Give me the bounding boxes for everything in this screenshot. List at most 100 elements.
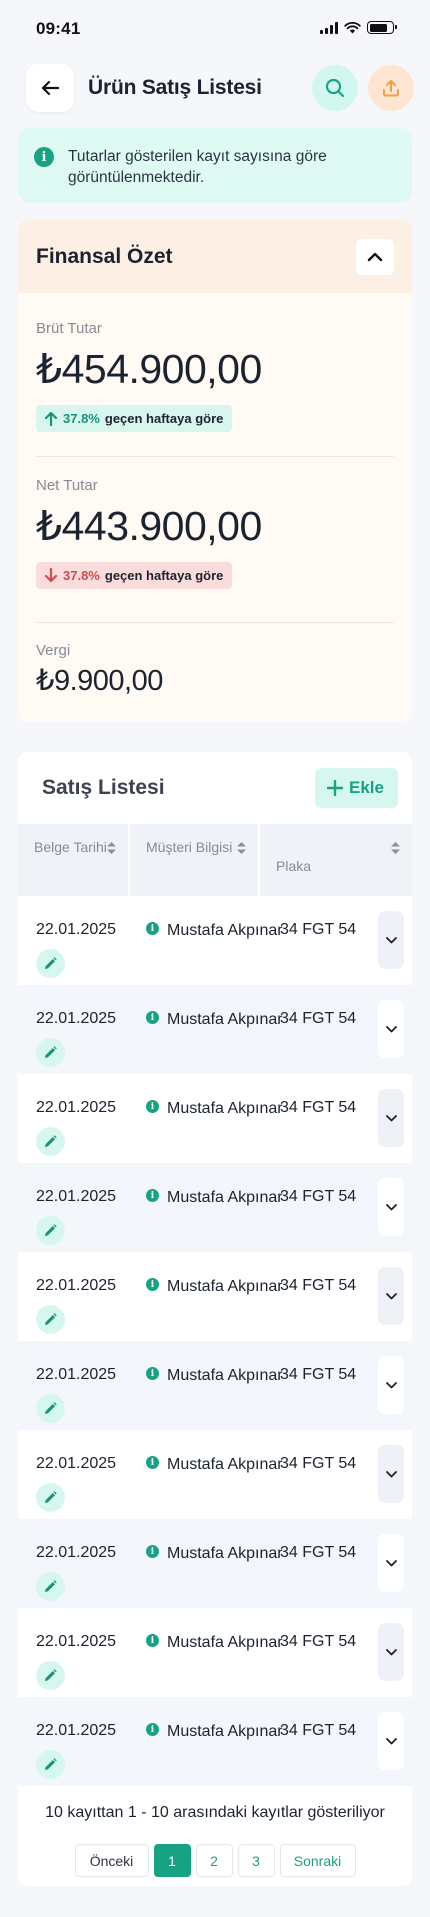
info-icon[interactable]: i [146,1367,159,1380]
edit-button[interactable] [36,1305,65,1334]
edit-button[interactable] [36,1750,65,1779]
gross-amount-label: Brüt Tutar [36,320,102,337]
search-button[interactable] [312,65,358,111]
column-header-date[interactable]: Belge Tarihi [18,824,130,896]
add-button-label: Ekle [349,778,384,797]
wifi-icon [344,21,361,33]
expand-row-button[interactable] [378,1356,404,1414]
net-delta-text: geçen haftaya göre [104,568,224,583]
pencil-icon [45,1758,57,1770]
prev-page-button[interactable]: Önceki [74,1844,149,1877]
column-label: Belge Tarihi [34,839,107,855]
info-icon[interactable]: i [146,1011,159,1024]
expand-row-button[interactable] [378,1000,404,1058]
sort-icon [391,842,400,854]
tax-label: Vergi [36,642,71,659]
battery-icon [367,21,397,34]
row-customer: Mustafa Akpınar [167,1456,283,1473]
expand-row-button[interactable] [378,911,404,969]
info-icon[interactable]: i [146,1723,159,1736]
expand-row-button[interactable] [378,1623,404,1681]
edit-button[interactable] [36,1483,65,1512]
summary-title: Finansal Özet [36,244,173,268]
edit-button[interactable] [36,1572,65,1601]
row-plate: 34 FGT 54 [280,1633,357,1650]
export-button[interactable] [368,65,414,111]
pencil-icon [45,1046,57,1058]
page-button-3[interactable]: 3 [237,1844,275,1877]
table-row: 22.01.2025 i Mustafa Akpınar 34 FGT 54 [18,1608,412,1697]
table-row: 22.01.2025 i Mustafa Akpınar 34 FGT 54 [18,896,412,985]
pencil-icon [45,1402,57,1414]
info-icon[interactable]: i [146,1278,159,1291]
edit-button[interactable] [36,949,65,978]
sort-icon [107,842,116,854]
row-date: 22.01.2025 [36,1633,117,1650]
info-banner: i Tutarlar gösterilen kayıt sayısına gör… [18,128,412,203]
page-button-2[interactable]: 2 [195,1844,233,1877]
chevron-up-icon [367,252,383,261]
sales-list-header: Satış Listesi Ekle [18,752,412,824]
edit-button[interactable] [36,1127,65,1156]
table-header: Belge Tarihi Müşteri Bilgisi Plaka [18,824,412,896]
pencil-icon [45,1313,57,1325]
expand-row-button[interactable] [378,1534,404,1592]
info-icon[interactable]: i [146,1456,159,1469]
gross-delta-text: geçen haftaya göre [104,411,224,426]
row-date: 22.01.2025 [36,1188,117,1205]
pencil-icon [45,957,57,969]
table-row: 22.01.2025 i Mustafa Akpınar 34 FGT 54 [18,1252,412,1341]
expand-row-button[interactable] [378,1178,404,1236]
gross-delta-badge: 37.8% geçen haftaya göre [36,405,233,432]
column-header-plate[interactable]: Plaka [260,824,412,896]
expand-row-button[interactable] [378,1712,404,1770]
expand-row-button[interactable] [378,1267,404,1325]
row-plate: 34 FGT 54 [280,1455,357,1472]
info-icon[interactable]: i [146,922,159,935]
row-customer: Mustafa Akpınar [167,922,283,939]
net-amount-metric: Net Tutar ₺443.900,00 37.8% geçen haftay… [18,457,412,622]
arrow-up-icon [44,411,58,426]
column-label: Müşteri Bilgisi [146,839,233,855]
back-button[interactable] [26,64,74,112]
next-page-button[interactable]: Sonraki [279,1844,356,1877]
financial-summary-card: Finansal Özet Brüt Tutar ₺454.900,00 37.… [18,220,412,722]
chevron-down-icon [385,1025,397,1032]
tax-metric: Vergi ₺9.900,00 [18,623,412,698]
column-header-customer[interactable]: Müşteri Bilgisi [130,824,260,896]
table-row: 22.01.2025 i Mustafa Akpınar 34 FGT 54 [18,1163,412,1252]
table-row: 22.01.2025 i Mustafa Akpınar 34 FGT 54 [18,1697,412,1786]
page-button-1[interactable]: 1 [153,1844,191,1877]
info-icon[interactable]: i [146,1545,159,1558]
table-row: 22.01.2025 i Mustafa Akpınar 34 FGT 54 [18,1519,412,1608]
info-icon[interactable]: i [146,1189,159,1202]
row-customer: Mustafa Akpınar [167,1723,283,1740]
add-button[interactable]: Ekle [315,768,398,808]
edit-button[interactable] [36,1038,65,1067]
edit-button[interactable] [36,1394,65,1423]
row-date: 22.01.2025 [36,1544,117,1561]
cellular-signal-icon [320,21,338,34]
edit-button[interactable] [36,1661,65,1690]
expand-row-button[interactable] [378,1089,404,1147]
row-date: 22.01.2025 [36,1722,117,1739]
column-label: Plaka [276,858,312,874]
expand-row-button[interactable] [378,1445,404,1503]
upload-icon [383,80,399,97]
info-icon[interactable]: i [146,1634,159,1647]
row-customer: Mustafa Akpınar [167,1011,283,1028]
net-amount-value: ₺443.900,00 [36,503,262,549]
pencil-icon [45,1580,57,1592]
row-customer: Mustafa Akpınar [167,1367,283,1384]
row-plate: 34 FGT 54 [280,1722,357,1739]
info-text: Tutarlar gösterilen kayıt sayısına göre … [68,148,327,186]
collapse-summary-button[interactable] [356,238,394,275]
edit-button[interactable] [36,1216,65,1245]
arrow-down-icon [44,568,58,583]
table-row: 22.01.2025 i Mustafa Akpınar 34 FGT 54 [18,985,412,1074]
page-title: Ürün Satış Listesi [88,76,262,99]
net-amount-label: Net Tutar [36,477,98,494]
row-date: 22.01.2025 [36,1277,117,1294]
info-icon[interactable]: i [146,1100,159,1113]
table-row: 22.01.2025 i Mustafa Akpınar 34 FGT 54 [18,1341,412,1430]
